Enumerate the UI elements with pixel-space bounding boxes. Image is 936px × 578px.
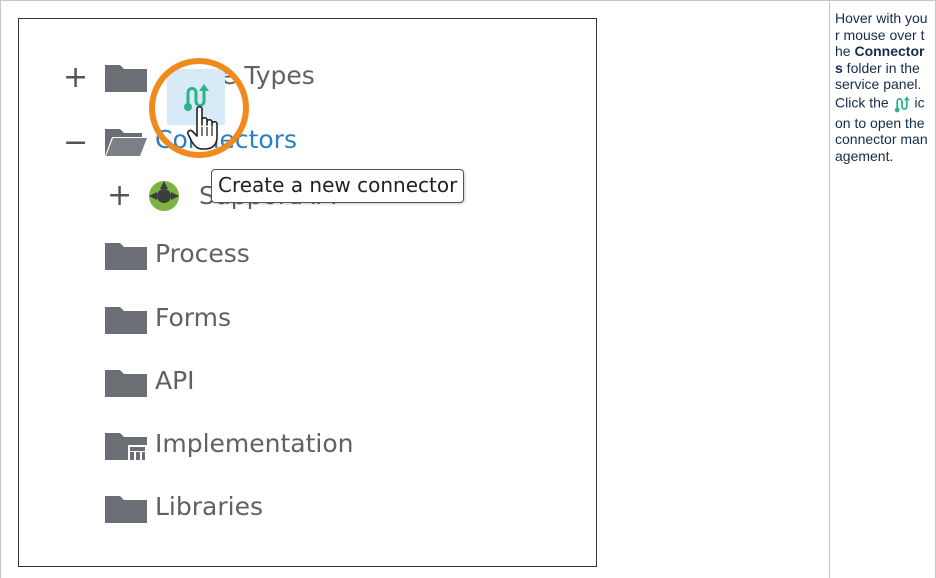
folder-icon <box>105 65 147 92</box>
table-divider-middle <box>829 0 830 578</box>
tree-item-label[interactable]: Process <box>155 239 250 268</box>
folder-icon <box>105 243 147 270</box>
folder-open-icon <box>105 129 147 156</box>
tree-item-label[interactable]: Implementation <box>155 429 354 458</box>
implementation-folder-icon <box>105 433 147 460</box>
folder-icon <box>105 370 147 397</box>
instructions-text: Hover with your mouse over the Connector… <box>835 10 930 164</box>
tooltip: Create a new connector <box>211 169 465 203</box>
folder-icon <box>105 496 147 523</box>
connector-icon <box>894 95 910 112</box>
folder-icon <box>105 307 147 334</box>
tree-item-label[interactable]: API <box>155 366 195 395</box>
api-connector-icon <box>149 181 179 211</box>
tree-item-label[interactable]: Forms <box>155 303 231 332</box>
expand-toggle[interactable]: + <box>63 63 88 93</box>
tree-item-label[interactable]: Libraries <box>155 492 263 521</box>
hand-cursor-icon <box>187 105 218 150</box>
collapse-toggle[interactable]: − <box>63 128 88 158</box>
table-divider-left <box>0 0 1 578</box>
service-panel-screenshot: + e Types − Connectors + SupportAPI Proc… <box>18 18 597 567</box>
expand-toggle[interactable]: + <box>107 181 132 211</box>
